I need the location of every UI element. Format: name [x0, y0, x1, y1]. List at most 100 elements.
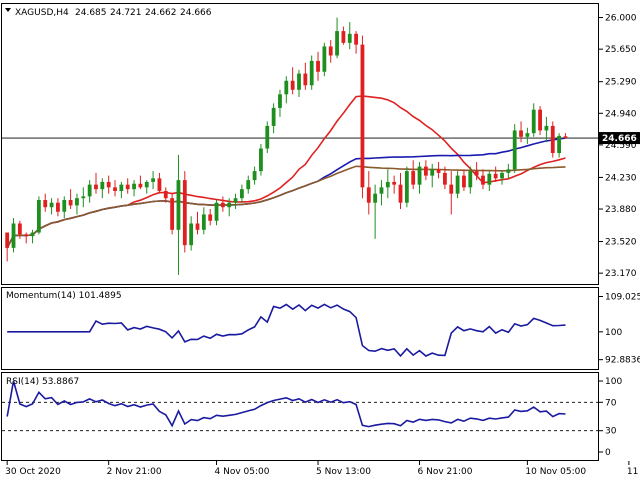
- candle-body: [297, 73, 301, 90]
- candle-body: [474, 171, 479, 176]
- candle-body: [328, 46, 333, 56]
- candle-body: [278, 94, 282, 108]
- candle-body: [462, 175, 466, 188]
- price-tick-label: 24.940: [605, 109, 637, 119]
- candle-body: [392, 181, 397, 185]
- candle-body: [436, 169, 441, 173]
- price-tick-label: 26.000: [605, 14, 637, 24]
- candle-body: [176, 180, 181, 230]
- candle-body: [354, 33, 358, 45]
- candle-body: [550, 125, 555, 154]
- candle-body: [100, 181, 105, 190]
- candle-body: [455, 175, 460, 194]
- candle-body: [423, 166, 428, 176]
- candle-body: [512, 130, 517, 170]
- candle-body: [246, 180, 251, 190]
- candle-body: [125, 184, 130, 190]
- candle-body: [500, 172, 504, 179]
- candle-body: [119, 184, 124, 191]
- candle-body: [487, 173, 492, 185]
- price-tick-label: 23.520: [605, 238, 637, 248]
- candle-body: [233, 198, 238, 203]
- candle-body: [94, 184, 98, 190]
- candle-body: [201, 214, 206, 230]
- current-price-label: 24.666: [602, 134, 637, 144]
- candle-body: [398, 184, 403, 203]
- ohlc-open: 24.685: [75, 8, 107, 18]
- candle-body: [481, 175, 485, 185]
- candle-body: [563, 136, 568, 139]
- candle-body: [170, 198, 175, 230]
- candle-body: [557, 135, 562, 154]
- momentum-tick-label: 100: [605, 328, 622, 338]
- candle-body: [113, 187, 117, 191]
- candle-body: [290, 80, 295, 90]
- candle-body: [24, 234, 29, 237]
- time-tick-label: 10 Nov 05:00: [525, 467, 586, 477]
- candle-body: [17, 223, 22, 235]
- candle-body: [43, 200, 48, 208]
- candle-body: [443, 172, 447, 185]
- candle-body: [163, 190, 168, 199]
- candle-body: [106, 181, 111, 188]
- price-tick-label: 25.650: [605, 45, 637, 55]
- candle-body: [544, 125, 549, 131]
- candle-body: [189, 223, 194, 246]
- candle-body: [404, 171, 409, 203]
- candle-body: [182, 180, 187, 246]
- candle-body: [366, 187, 371, 203]
- rsi-tick-label: 70: [605, 398, 617, 408]
- candle-body: [385, 181, 390, 188]
- price-pane[interactable]: [1, 3, 599, 285]
- momentum-tick-label: 92.8836: [605, 356, 640, 366]
- candle-body: [5, 232, 10, 248]
- candle-body: [303, 73, 308, 86]
- candle-body: [411, 171, 416, 185]
- price-tick-label: 23.170: [605, 269, 637, 279]
- time-tick-label: 30 Oct 2020: [5, 467, 61, 477]
- time-axis: 30 Oct 2020 2 Nov 21:00 4 Nov 05:00 5 Nov 1…: [5, 461, 640, 477]
- candle-body: [506, 169, 511, 173]
- candle-body: [335, 31, 339, 56]
- candle-body: [138, 183, 143, 188]
- candle-body: [144, 181, 149, 188]
- candle-body: [220, 202, 225, 208]
- candle-body: [519, 130, 523, 137]
- candle-body: [214, 202, 219, 221]
- candle-body: [379, 187, 384, 194]
- momentum-tick-label: 109.0251: [605, 293, 640, 303]
- candle-body: [240, 189, 244, 199]
- rsi-title: RSI(14) 53.8867: [6, 377, 79, 387]
- candle-body: [347, 33, 352, 43]
- candle-body: [493, 173, 498, 179]
- candle-body: [49, 202, 54, 208]
- candle-body: [11, 223, 16, 248]
- time-tick-label: 11 Nov 13:00: [627, 467, 640, 477]
- price-axis: 26.00025.65025.29024.94024.59024.23023.8…: [599, 14, 640, 458]
- candle-body: [132, 183, 136, 190]
- candle-body: [259, 148, 263, 172]
- rsi-tick-label: 0: [605, 448, 611, 458]
- ohlc-low: 24.662: [145, 8, 177, 18]
- candle-body: [360, 44, 365, 188]
- candle-body: [62, 200, 67, 212]
- candle-body: [271, 107, 276, 126]
- candle-body: [309, 60, 314, 86]
- candle-body: [208, 214, 213, 221]
- candle-body: [81, 196, 86, 199]
- time-tick-label: 2 Nov 21:00: [107, 467, 162, 477]
- time-tick-label: 4 Nov 05:00: [215, 467, 270, 477]
- ohlc-close: 24.666: [180, 8, 212, 18]
- ohlc-high: 24.721: [110, 8, 142, 18]
- trading-chart[interactable]: 26.00025.65025.29024.94024.59024.23023.8…: [0, 0, 640, 480]
- price-tick-label: 24.230: [605, 173, 637, 183]
- candle-body: [430, 169, 435, 176]
- symbol-label: XAGUSD,H4: [15, 8, 69, 18]
- candle-body: [531, 109, 536, 134]
- candle-body: [87, 184, 92, 197]
- candle-body: [265, 125, 270, 149]
- candle-body: [56, 202, 60, 212]
- momentum-title: Momentum(14) 101.4895: [6, 291, 122, 301]
- candle-body: [449, 184, 454, 194]
- candle-body: [75, 198, 79, 206]
